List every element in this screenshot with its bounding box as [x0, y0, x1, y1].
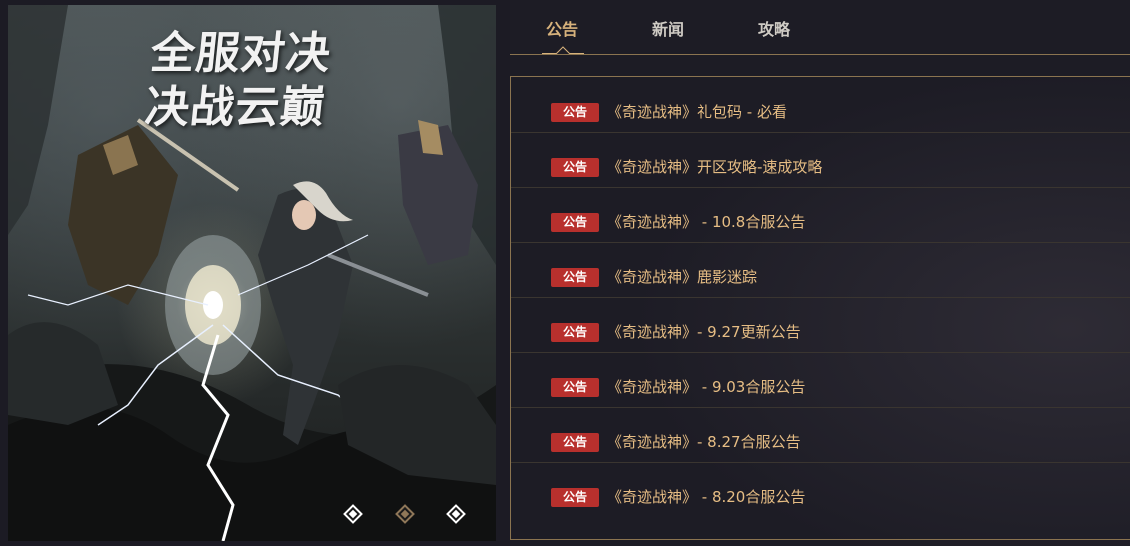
- headline-line-2: 决战云巅: [142, 82, 328, 133]
- news-panel: 公告 新闻 攻略 公告 《奇迹战神》礼包码 - 必看 公告 《奇迹战神》开区攻略…: [510, 0, 1130, 546]
- tab-announcements[interactable]: 公告: [546, 20, 578, 44]
- news-item[interactable]: 公告 《奇迹战神》- 9.27更新公告: [511, 297, 1130, 353]
- carousel-dots: [343, 501, 476, 531]
- news-title[interactable]: 《奇迹战神》- 9.27更新公告: [607, 321, 801, 343]
- news-title[interactable]: 《奇迹战神》开区攻略-速成攻略: [607, 156, 822, 178]
- news-title[interactable]: 《奇迹战神》礼包码 - 必看: [607, 101, 787, 123]
- promo-banner[interactable]: 全服对决 决战云巅: [8, 5, 496, 541]
- news-item[interactable]: 公告 《奇迹战神》 - 10.8合服公告: [511, 187, 1130, 243]
- news-item[interactable]: 公告 《奇迹战神》礼包码 - 必看: [511, 77, 1130, 133]
- category-badge: 公告: [551, 103, 599, 122]
- news-tabs: 公告 新闻 攻略: [510, 0, 1130, 55]
- category-badge: 公告: [551, 158, 599, 177]
- category-badge: 公告: [551, 323, 599, 342]
- news-item[interactable]: 公告 《奇迹战神》 - 9.03合服公告: [511, 352, 1130, 408]
- tab-active-indicator: [542, 46, 584, 54]
- headline-line-1: 全服对决: [148, 28, 334, 79]
- category-badge: 公告: [551, 488, 599, 507]
- news-item[interactable]: 公告 《奇迹战神》鹿影迷踪: [511, 242, 1130, 298]
- news-item[interactable]: 公告 《奇迹战神》开区攻略-速成攻略: [511, 132, 1130, 188]
- news-title[interactable]: 《奇迹战神》 - 10.8合服公告: [607, 211, 805, 233]
- carousel-dot-3[interactable]: [446, 504, 466, 524]
- tab-news[interactable]: 新闻: [652, 20, 684, 44]
- news-title[interactable]: 《奇迹战神》鹿影迷踪: [607, 266, 757, 288]
- banner-headline: 全服对决 决战云巅: [142, 27, 334, 135]
- news-item[interactable]: 公告 《奇迹战神》- 8.27合服公告: [511, 407, 1130, 463]
- news-title[interactable]: 《奇迹战神》 - 9.03合服公告: [607, 376, 805, 398]
- category-badge: 公告: [551, 378, 599, 397]
- category-badge: 公告: [551, 213, 599, 232]
- tab-guides[interactable]: 攻略: [758, 20, 790, 44]
- category-badge: 公告: [551, 268, 599, 287]
- news-item[interactable]: 公告 《奇迹战神》 - 8.20合服公告: [511, 462, 1130, 517]
- news-title[interactable]: 《奇迹战神》- 8.27合服公告: [607, 431, 801, 453]
- news-list: 公告 《奇迹战神》礼包码 - 必看 公告 《奇迹战神》开区攻略-速成攻略 公告 …: [510, 76, 1130, 540]
- news-title[interactable]: 《奇迹战神》 - 8.20合服公告: [607, 486, 805, 508]
- carousel-dot-2[interactable]: [395, 504, 415, 524]
- category-badge: 公告: [551, 433, 599, 452]
- carousel-dot-1[interactable]: [343, 504, 363, 524]
